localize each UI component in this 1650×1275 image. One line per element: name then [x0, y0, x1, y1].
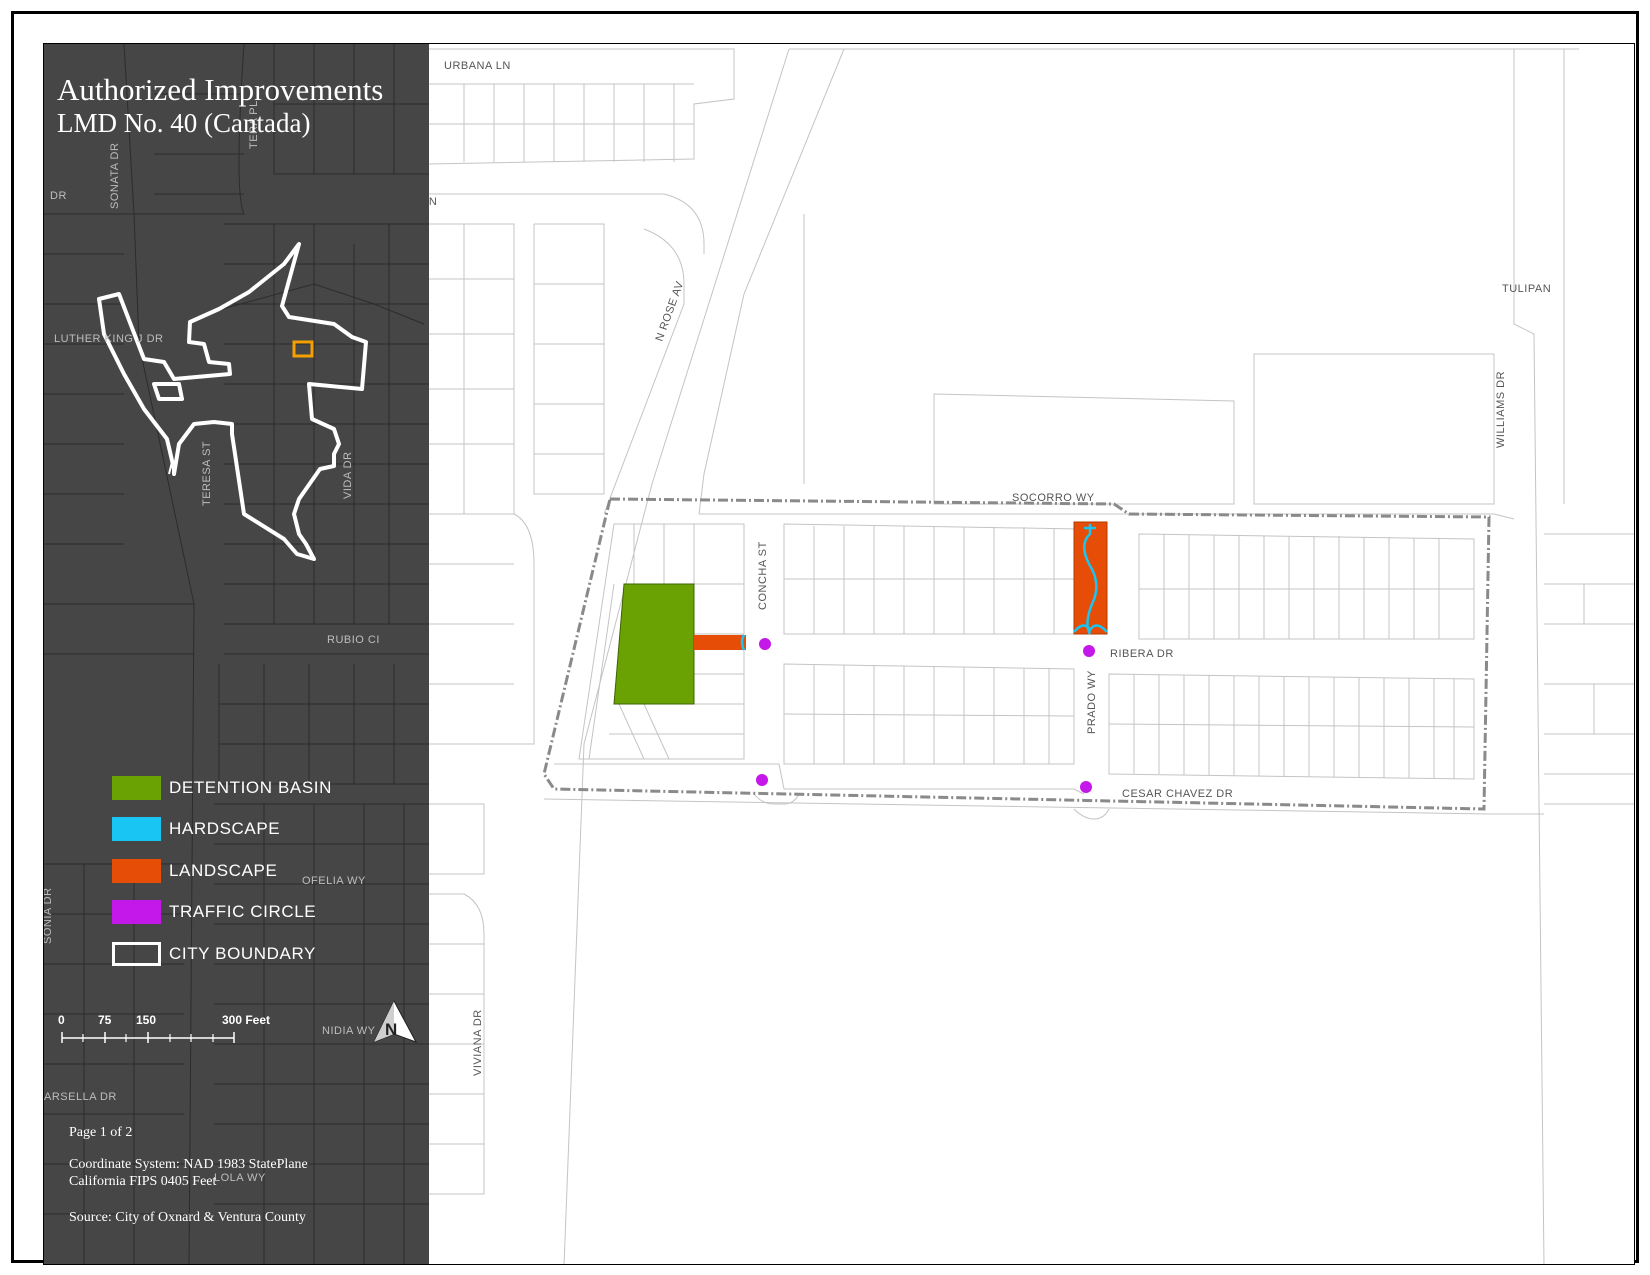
- street-label-urbana-ln: URBANA LN: [444, 60, 511, 72]
- legend-label-hardscape: HARDSCAPE: [169, 819, 281, 839]
- legend-item-city-boundary: CITY BOUNDARY: [112, 933, 332, 975]
- legend-item-hardscape: HARDSCAPE: [112, 809, 332, 851]
- traffic-circle-prado-ribera: [1083, 645, 1095, 657]
- map-canvas: URBANA LN TIESA LN N ROSE AV TULIPAN WIL…: [43, 43, 1635, 1265]
- street-label-nidia-wy: NIDIA WY: [322, 1025, 376, 1037]
- scale-label-0: 0: [58, 1013, 65, 1027]
- parcel-lines: [428, 48, 1634, 1264]
- scale-label-300-feet: 300 Feet: [222, 1013, 270, 1027]
- legend-swatch-traffic-circle: [112, 900, 161, 925]
- title-line-2: LMD No. 40 (Cantada): [57, 107, 311, 138]
- legend-label-landscape: LANDSCAPE: [169, 860, 278, 880]
- traffic-circle-concha-ribera: [759, 638, 771, 650]
- traffic-circle-concha-chavez: [756, 774, 768, 786]
- legend-swatch-detention-basin: [112, 775, 161, 800]
- legend-label-detention-basin: DETENTION BASIN: [169, 777, 332, 797]
- street-label-prado-wy: PRADO WY: [1086, 670, 1098, 734]
- data-source: Source: City of Oxnard & Ventura County: [69, 1210, 306, 1225]
- landscape-strip-concha: [694, 635, 746, 650]
- legend: DETENTION BASIN HARDSCAPE LANDSCAPE TRAF…: [112, 767, 332, 975]
- detention-basin-area: [613, 583, 695, 705]
- scale-label-150: 150: [136, 1013, 156, 1027]
- legend-item-traffic-circle: TRAFFIC CIRCLE: [112, 892, 332, 934]
- legend-swatch-hardscape: [112, 817, 161, 842]
- map-notes: Page 1 of 2 Coordinate System: NAD 1983 …: [69, 1124, 389, 1226]
- map-frame: URBANA LN TIESA LN N ROSE AV TULIPAN WIL…: [11, 11, 1639, 1265]
- landscape-median-prado: [1073, 521, 1108, 635]
- street-label-sonata-dr: SONATA DR: [109, 143, 121, 209]
- street-label-arsella-dr: ARSELLA DR: [44, 1091, 117, 1103]
- street-label-cesar-chavez-dr: CESAR CHAVEZ DR: [1122, 788, 1233, 800]
- street-label-tulipan: TULIPAN: [1502, 283, 1551, 295]
- street-label-sonia-dr: SONIA DR: [44, 887, 54, 944]
- street-labels-light: URBANA LN TIESA LN N ROSE AV TULIPAN WIL…: [385, 60, 1551, 1076]
- street-label-concha-st: CONCHA ST: [757, 541, 769, 610]
- street-label-viviana-dr: VIVIANA DR: [472, 1009, 484, 1076]
- legend-item-landscape: LANDSCAPE: [112, 850, 332, 892]
- title-line-1: Authorized Improvements: [57, 72, 384, 107]
- map-svg: URBANA LN TIESA LN N ROSE AV TULIPAN WIL…: [44, 44, 1634, 1264]
- legend-swatch-landscape: [112, 858, 161, 883]
- legend-item-detention-basin: DETENTION BASIN: [112, 767, 332, 809]
- scale-label-75: 75: [98, 1013, 112, 1027]
- coordinate-system-line-1: Coordinate System: NAD 1983 StatePlane: [69, 1157, 308, 1172]
- legend-swatch-city-boundary: [112, 941, 161, 966]
- street-label-vida-dr: VIDA DR: [342, 451, 354, 499]
- north-arrow-label: N: [385, 1020, 397, 1039]
- street-label-rubio-ci: RUBIO CI: [327, 634, 380, 646]
- legend-label-city-boundary: CITY BOUNDARY: [169, 943, 316, 963]
- legend-label-traffic-circle: TRAFFIC CIRCLE: [169, 902, 317, 922]
- street-label-socorro-wy: SOCORRO WY: [1012, 492, 1095, 504]
- traffic-circle-prado-chavez: [1080, 781, 1092, 793]
- street-label-dr: DR: [50, 190, 67, 202]
- street-label-williams-dr: WILLIAMS DR: [1495, 371, 1507, 448]
- street-label-teresa-st: TERESA ST: [201, 441, 213, 506]
- street-label-ribera-dr: RIBERA DR: [1110, 648, 1174, 660]
- page-number: Page 1 of 2: [69, 1125, 133, 1140]
- street-label-luther-king-j-dr: LUTHER KING J DR: [54, 333, 163, 345]
- map-title: Authorized Improvements LMD No. 40 (Cant…: [57, 72, 383, 139]
- coordinate-system-line-2: California FIPS 0405 Feet: [69, 1174, 217, 1189]
